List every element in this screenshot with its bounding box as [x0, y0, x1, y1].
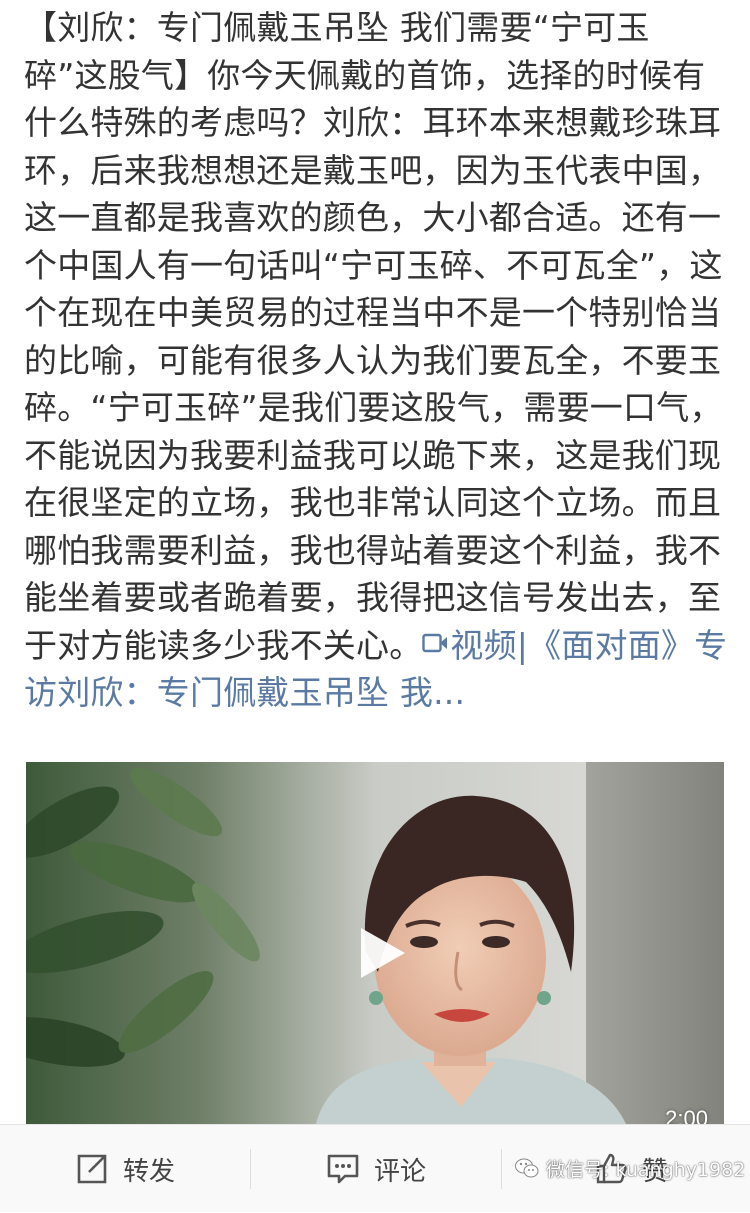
- action-bar: 转发 评论 赞: [0, 1124, 750, 1212]
- forward-button[interactable]: 转发: [0, 1125, 250, 1213]
- video-thumbnail[interactable]: 2:00: [26, 762, 724, 1124]
- comment-label: 评论: [373, 1156, 426, 1187]
- like-button[interactable]: 赞: [502, 1125, 750, 1213]
- comment-button[interactable]: 评论: [251, 1125, 501, 1213]
- comment-icon: [327, 1154, 359, 1184]
- post-body: 【刘欣：专门佩戴玉吊坠 我们需要“宁可玉碎”这股气】你今天佩戴的首饰，选择的时候…: [24, 4, 730, 717]
- post-body-text: 【刘欣：专门佩戴玉吊坠 我们需要“宁可玉碎”这股气】你今天佩戴的首饰，选择的时候…: [24, 8, 723, 665]
- like-label: 赞: [642, 1156, 669, 1187]
- video-duration: 2:00: [665, 1106, 708, 1124]
- video-link-icon: [422, 633, 448, 653]
- share-icon: [77, 1154, 107, 1184]
- forward-label: 转发: [122, 1156, 175, 1187]
- thumbs-up-icon: [596, 1153, 627, 1184]
- play-icon[interactable]: [353, 926, 407, 980]
